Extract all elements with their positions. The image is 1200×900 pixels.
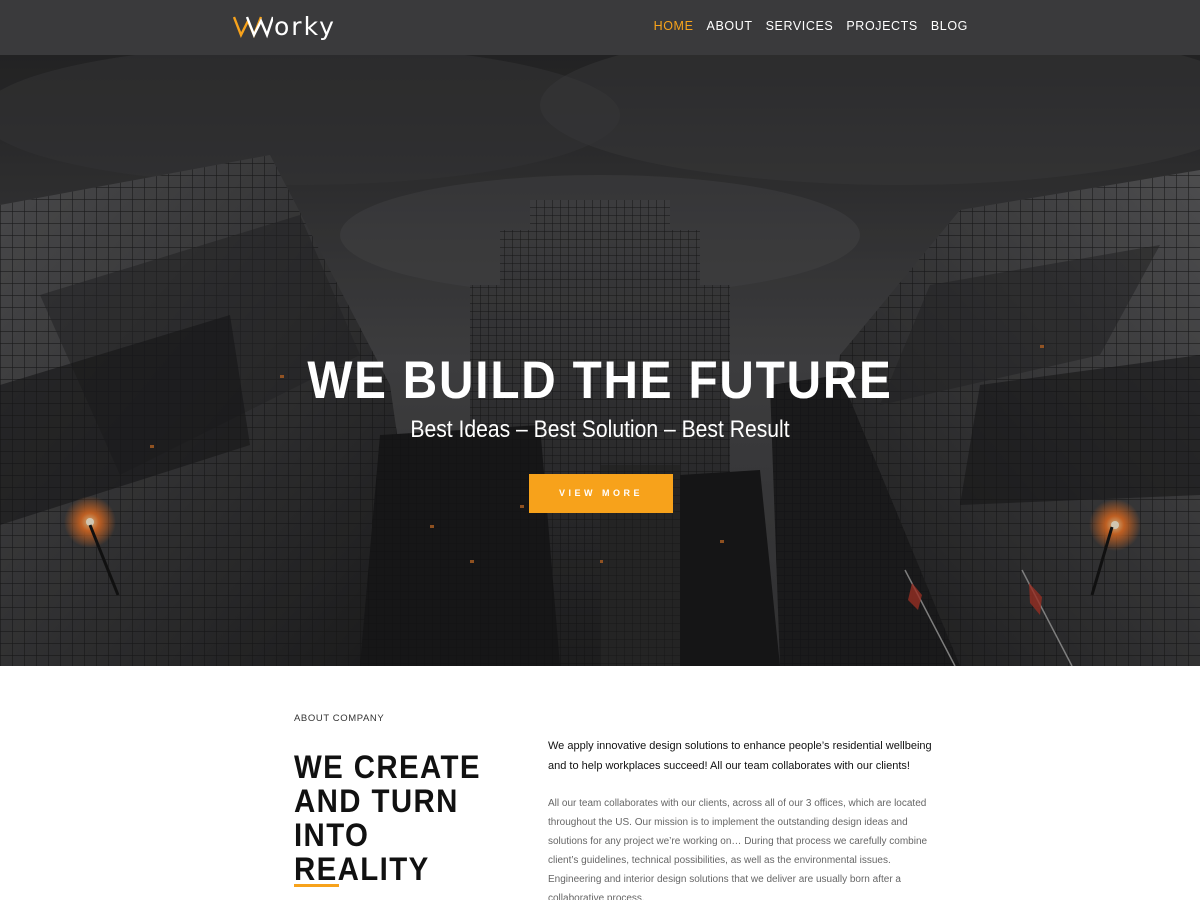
nav-item-projects[interactable]: PROJECTS: [846, 19, 917, 33]
about-body-text: All our team collaborates with our clien…: [548, 798, 928, 900]
about-heading: WE CREATE AND TURN INTO REALITY: [294, 750, 515, 886]
top-navbar: orky HOME ABOUT SERVICES PROJECTS BLOG: [0, 0, 1200, 55]
hero-title: WE BUILD THE FUTURE: [307, 351, 893, 410]
nav-item-about[interactable]: ABOUT: [707, 19, 753, 33]
accent-divider: [294, 884, 339, 887]
about-heading-line: REALITY: [294, 851, 430, 887]
about-heading-line: WE CREATE: [294, 749, 481, 785]
about-heading-line: AND TURN INTO: [294, 783, 459, 853]
hero-subtitle: Best Ideas – Best Solution – Best Result: [410, 416, 790, 443]
nav-item-services[interactable]: SERVICES: [766, 19, 834, 33]
nav-item-blog[interactable]: BLOG: [931, 19, 968, 33]
about-lead-text: We apply innovative design solutions to …: [548, 740, 932, 772]
brand-logo[interactable]: orky: [232, 8, 336, 44]
worky-w-logo-icon: [232, 13, 275, 39]
about-kicker: ABOUT COMPANY: [294, 713, 385, 724]
view-more-button[interactable]: VIEW MORE: [529, 474, 673, 513]
main-nav: HOME ABOUT SERVICES PROJECTS BLOG: [641, 19, 968, 33]
brand-name: orky: [274, 11, 336, 41]
hero-section: WE BUILD THE FUTURE Best Ideas – Best So…: [0, 55, 1200, 666]
nav-item-home[interactable]: HOME: [654, 19, 694, 33]
